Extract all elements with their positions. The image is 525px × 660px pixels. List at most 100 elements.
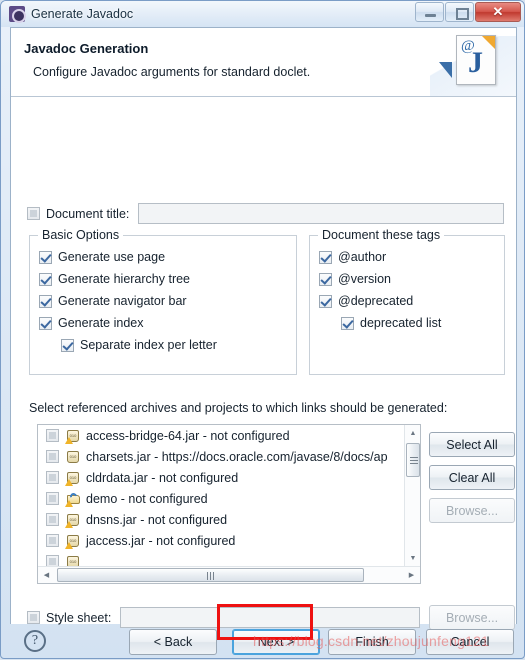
- scroll-down-icon[interactable]: ▼: [405, 550, 420, 566]
- generate-use-page-label: Generate use page: [58, 250, 166, 264]
- j-glyph: J: [468, 46, 483, 79]
- minimize-icon[interactable]: [415, 2, 444, 22]
- deprecated-list-label: deprecated list: [360, 316, 442, 330]
- option-deprecated-list[interactable]: deprecated list: [341, 316, 441, 330]
- references-list[interactable]: access-bridge-64.jar - not configured ch…: [37, 424, 421, 584]
- generate-index-checkbox[interactable]: [39, 316, 52, 330]
- list-item[interactable]: cldrdata.jar - not configured: [38, 467, 404, 488]
- list-horizontal-scrollbar[interactable]: ◀ ▶: [38, 566, 420, 583]
- generate-use-page-checkbox[interactable]: [39, 250, 52, 264]
- list-item-checkbox[interactable]: [46, 555, 59, 566]
- list-item[interactable]: demo - not configured: [38, 488, 404, 509]
- wizard-header: Javadoc Generation Configure Javadoc arg…: [11, 28, 516, 97]
- option-generate-use-page[interactable]: Generate use page: [39, 250, 165, 264]
- scroll-right-icon[interactable]: ▶: [403, 567, 420, 583]
- list-item-checkbox[interactable]: [46, 492, 59, 505]
- generate-navigator-bar-checkbox[interactable]: [39, 294, 52, 308]
- watermark: https://blog.csdn.net/zhoujunfeng121: [253, 633, 490, 649]
- window-title: Generate Javadoc: [31, 7, 134, 21]
- maximize-icon[interactable]: [445, 2, 474, 22]
- list-item-label: charsets.jar - https://docs.oracle.com/j…: [86, 449, 388, 464]
- references-list-inner: access-bridge-64.jar - not configured ch…: [38, 425, 404, 566]
- option-separate-index-per-letter[interactable]: Separate index per letter: [61, 338, 217, 352]
- close-icon[interactable]: ✕: [475, 2, 521, 22]
- list-item-checkbox[interactable]: [46, 534, 59, 547]
- list-item-checkbox[interactable]: [46, 429, 59, 442]
- jar-warning-icon: [65, 533, 81, 549]
- javadoc-wizard-icon: [9, 6, 26, 23]
- javadoc-doc-icon: @ J: [456, 35, 496, 85]
- document-title-row: Document title:: [27, 203, 504, 224]
- page-description: Configure Javadoc arguments for standard…: [33, 65, 311, 79]
- list-item[interactable]: charsets.jar - https://docs.oracle.com/j…: [38, 446, 404, 467]
- list-item-label: jaccess.jar - not configured: [86, 533, 236, 548]
- list-item-label: cldrdata.jar - not configured: [86, 470, 239, 485]
- list-item[interactable]: jaccess.jar - not configured: [38, 530, 404, 551]
- option-generate-hierarchy-tree[interactable]: Generate hierarchy tree: [39, 272, 190, 286]
- list-item-checkbox[interactable]: [46, 450, 59, 463]
- list-item-checkbox[interactable]: [46, 471, 59, 484]
- tag-version-checkbox[interactable]: [319, 272, 332, 286]
- wizard-body: Document title: Basic Options Generate u…: [11, 97, 516, 630]
- document-tags-title: Document these tags: [318, 228, 445, 242]
- browse-references-button[interactable]: Browse...: [429, 498, 515, 523]
- generate-navigator-bar-label: Generate navigator bar: [58, 294, 187, 308]
- option-tag-version[interactable]: @version: [319, 272, 391, 286]
- basic-options-title: Basic Options: [38, 228, 124, 242]
- document-title-input[interactable]: [138, 203, 504, 224]
- option-generate-index[interactable]: Generate index: [39, 316, 143, 330]
- tag-version-label: @version: [338, 272, 391, 286]
- list-item-label: dnsns.jar - not configured: [86, 512, 228, 527]
- generate-javadoc-window: Generate Javadoc ✕ Javadoc Generation Co…: [0, 0, 525, 659]
- list-item-label: access-bridge-64.jar - not configured: [86, 428, 290, 443]
- help-icon[interactable]: ?: [24, 630, 46, 652]
- javadoc-page-icon: @ J: [430, 28, 516, 96]
- jar-warning-icon: [65, 470, 81, 486]
- tag-deprecated-label: @deprecated: [338, 294, 414, 308]
- document-title-checkbox[interactable]: [27, 207, 40, 220]
- caption-buttons: ✕: [415, 2, 521, 22]
- scroll-left-icon[interactable]: ◀: [38, 567, 55, 583]
- basic-options-group: Basic Options Generate use page Generate…: [29, 228, 297, 375]
- document-title-label: Document title:: [46, 206, 130, 221]
- dialog-client-area: Javadoc Generation Configure Javadoc arg…: [10, 27, 517, 630]
- back-button[interactable]: < Back: [129, 629, 217, 655]
- option-tag-author[interactable]: @author: [319, 250, 386, 264]
- option-generate-navigator-bar[interactable]: Generate navigator bar: [39, 294, 187, 308]
- option-tag-deprecated[interactable]: @deprecated: [319, 294, 413, 308]
- scroll-up-icon[interactable]: ▲: [405, 425, 420, 441]
- select-all-button[interactable]: Select All: [429, 432, 515, 457]
- style-sheet-label: Style sheet:: [46, 610, 112, 625]
- list-item[interactable]: access-bridge-64.jar - not configured: [38, 425, 404, 446]
- horizontal-scroll-thumb[interactable]: [57, 568, 364, 582]
- list-item-label: demo - not configured: [86, 491, 208, 506]
- tag-deprecated-checkbox[interactable]: [319, 294, 332, 308]
- list-item-checkbox[interactable]: [46, 513, 59, 526]
- jar-icon: [65, 554, 81, 566]
- jar-warning-icon: [65, 512, 81, 528]
- tag-author-checkbox[interactable]: [319, 250, 332, 264]
- close-glyph: ✕: [492, 4, 504, 19]
- document-tags-group: Document these tags @author @version @de…: [309, 228, 505, 375]
- project-folder-icon: [65, 491, 81, 507]
- jar-warning-icon: [65, 428, 81, 444]
- style-sheet-checkbox[interactable]: [27, 611, 40, 624]
- title-bar[interactable]: Generate Javadoc ✕: [1, 1, 524, 27]
- separate-index-per-letter-label: Separate index per letter: [80, 338, 217, 352]
- list-item-partial[interactable]: [38, 551, 404, 566]
- separate-index-per-letter-checkbox[interactable]: [61, 338, 74, 352]
- clear-all-button[interactable]: Clear All: [429, 465, 515, 490]
- deprecated-list-checkbox[interactable]: [341, 316, 354, 330]
- header-triangle-icon: [439, 62, 452, 78]
- jar-icon: [65, 449, 81, 465]
- list-item[interactable]: dnsns.jar - not configured: [38, 509, 404, 530]
- references-label: Select referenced archives and projects …: [29, 401, 448, 415]
- list-vertical-scrollbar[interactable]: ▲ ▼: [404, 425, 420, 566]
- generate-index-label: Generate index: [58, 316, 144, 330]
- vertical-scroll-thumb[interactable]: [406, 443, 420, 477]
- tag-author-label: @author: [338, 250, 387, 264]
- page-title: Javadoc Generation: [24, 41, 149, 56]
- generate-hierarchy-tree-checkbox[interactable]: [39, 272, 52, 286]
- generate-hierarchy-tree-label: Generate hierarchy tree: [58, 272, 191, 286]
- page-fold-icon: [482, 36, 495, 49]
